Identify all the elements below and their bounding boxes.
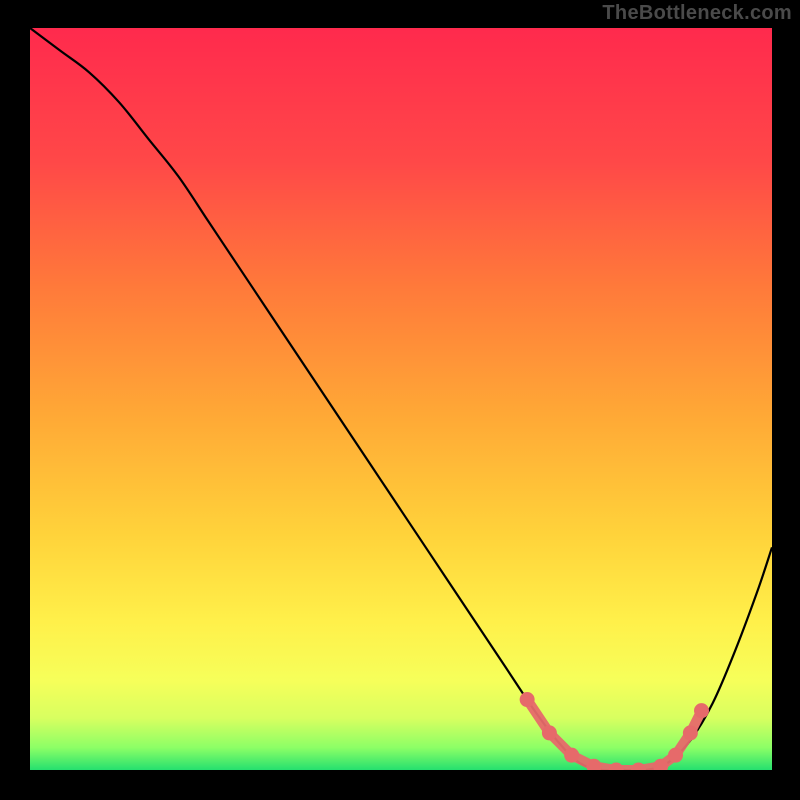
marker-dot bbox=[609, 763, 624, 778]
marker-dot bbox=[694, 703, 709, 718]
marker-dot bbox=[683, 725, 698, 740]
marker-dot bbox=[653, 759, 668, 774]
marker-dot bbox=[586, 759, 601, 774]
marker-dot bbox=[631, 763, 646, 778]
bottleneck-chart bbox=[0, 0, 800, 800]
marker-dot bbox=[542, 725, 557, 740]
gradient-background bbox=[30, 28, 772, 770]
marker-dot bbox=[520, 692, 535, 707]
marker-dot bbox=[668, 748, 683, 763]
chart-frame: { "watermark": "TheBottleneck.com", "col… bbox=[0, 0, 800, 800]
marker-dot bbox=[564, 748, 579, 763]
watermark-text: TheBottleneck.com bbox=[602, 2, 792, 25]
